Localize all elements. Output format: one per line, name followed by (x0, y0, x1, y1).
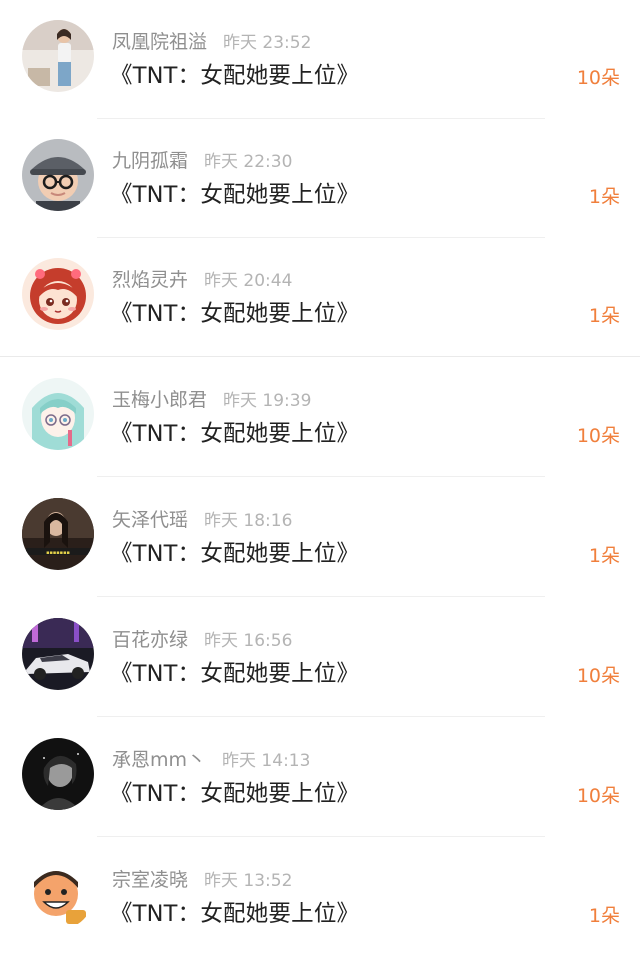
username[interactable]: 矢泽代瑶 (112, 509, 188, 531)
gift-record-list: 凤凰院祖溢 昨天 23:52 《TNT：女配她要上位》 10朵 九阴孤霜 昨天 22… (0, 0, 640, 954)
item-meta: 承恩mm丶 昨天 14:13 (112, 745, 310, 771)
divider (97, 476, 545, 477)
book-title[interactable]: 《TNT：女配她要上位》 (110, 416, 359, 448)
avatar[interactable] (22, 139, 94, 211)
timestamp: 昨天 14:13 (222, 751, 311, 771)
timestamp: 昨天 23:52 (223, 33, 312, 53)
dark-portrait-icon: ▪▪▪▪▪▪▪ (22, 498, 94, 570)
username[interactable]: 九阴孤霜 (112, 150, 188, 172)
timestamp: 昨天 16:56 (204, 631, 293, 651)
list-item[interactable]: 百花亦绿 昨天 16:56 《TNT：女配她要上位》 10朵 (0, 598, 640, 717)
avatar[interactable] (22, 378, 94, 450)
item-meta: 玉梅小郎君 昨天 19:39 (112, 385, 311, 411)
item-meta: 宗室凌晓 昨天 13:52 (112, 865, 292, 891)
username[interactable]: 玉梅小郎君 (112, 389, 207, 411)
item-meta: 九阴孤霜 昨天 22:30 (112, 146, 292, 172)
gift-amount: 10朵 (576, 425, 620, 447)
username[interactable]: 宗室凌晓 (112, 869, 188, 891)
list-item[interactable]: 承恩mm丶 昨天 14:13 《TNT：女配她要上位》 10朵 (0, 718, 640, 837)
timestamp: 昨天 13:52 (204, 871, 293, 891)
book-title[interactable]: 《TNT：女配她要上位》 (110, 58, 359, 90)
avatar[interactable] (22, 618, 94, 690)
avatar[interactable] (22, 858, 94, 930)
username[interactable]: 烈焰灵卉 (112, 269, 188, 291)
gift-amount: 10朵 (576, 785, 620, 807)
book-title[interactable]: 《TNT：女配她要上位》 (110, 896, 359, 928)
list-item[interactable]: 凤凰院祖溢 昨天 23:52 《TNT：女配她要上位》 10朵 (0, 0, 640, 119)
timestamp: 昨天 20:44 (204, 271, 293, 291)
timestamp: 昨天 19:39 (223, 391, 312, 411)
gift-amount: 1朵 (588, 305, 620, 327)
avatar[interactable] (22, 20, 94, 92)
item-meta: 矢泽代瑶 昨天 18:16 (112, 505, 292, 531)
gift-amount: 1朵 (588, 545, 620, 567)
cartoon-boy-icon (22, 858, 94, 930)
book-title[interactable]: 《TNT：女配她要上位》 (110, 296, 359, 328)
item-meta: 凤凰院祖溢 昨天 23:52 (112, 27, 311, 53)
book-title[interactable]: 《TNT：女配她要上位》 (110, 177, 359, 209)
boy-cap-glasses-icon (22, 139, 94, 211)
username[interactable]: 凤凰院祖溢 (112, 31, 207, 53)
girl-photo-icon (22, 20, 94, 92)
book-title[interactable]: 《TNT：女配她要上位》 (110, 536, 359, 568)
gift-amount: 1朵 (588, 905, 620, 927)
divider (0, 356, 640, 357)
list-item[interactable]: 九阴孤霜 昨天 22:30 《TNT：女配她要上位》 1朵 (0, 119, 640, 238)
avatar[interactable]: ▪▪▪▪▪▪▪ (22, 498, 94, 570)
list-item[interactable]: 烈焰灵卉 昨天 20:44 《TNT：女配她要上位》 1朵 (0, 238, 640, 357)
list-item[interactable]: ▪▪▪▪▪▪▪ 矢泽代瑶 昨天 18:16 《TNT：女配她要上位》 1朵 (0, 478, 640, 597)
bw-portrait-icon (22, 738, 94, 810)
sports-car-icon (22, 618, 94, 690)
divider (97, 836, 545, 837)
gift-amount: 10朵 (576, 67, 620, 89)
anime-girl-icon (22, 378, 94, 450)
gift-amount: 1朵 (588, 186, 620, 208)
list-item[interactable]: 玉梅小郎君 昨天 19:39 《TNT：女配她要上位》 10朵 (0, 358, 640, 477)
timestamp: 昨天 18:16 (204, 511, 293, 531)
avatar[interactable] (22, 258, 94, 330)
cartoon-girl-icon (22, 258, 94, 330)
username[interactable]: 百花亦绿 (112, 629, 188, 651)
list-item[interactable]: 宗室凌晓 昨天 13:52 《TNT：女配她要上位》 1朵 (0, 838, 640, 957)
divider (97, 596, 545, 597)
divider (97, 716, 545, 717)
item-meta: 百花亦绿 昨天 16:56 (112, 625, 292, 651)
svg-text:▪▪▪▪▪▪▪: ▪▪▪▪▪▪▪ (46, 550, 70, 556)
avatar[interactable] (22, 738, 94, 810)
book-title[interactable]: 《TNT：女配她要上位》 (110, 776, 359, 808)
timestamp: 昨天 22:30 (204, 152, 293, 172)
book-title[interactable]: 《TNT：女配她要上位》 (110, 656, 359, 688)
username[interactable]: 承恩mm丶 (112, 749, 206, 771)
gift-amount: 10朵 (576, 665, 620, 687)
item-meta: 烈焰灵卉 昨天 20:44 (112, 265, 292, 291)
